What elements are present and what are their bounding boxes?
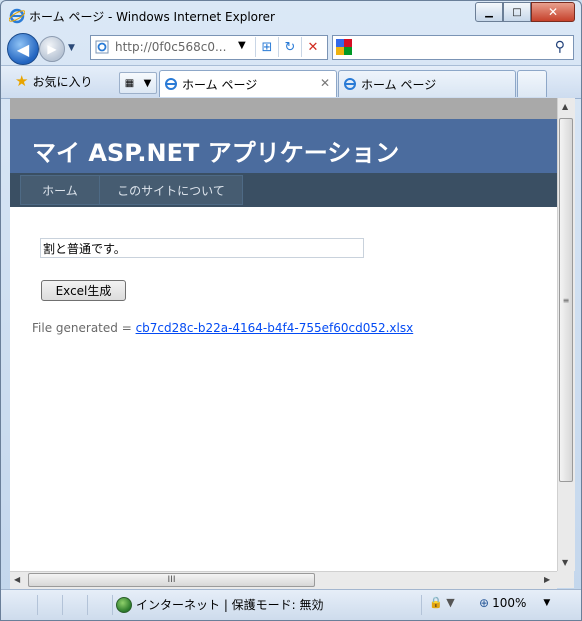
status-segment (11, 595, 38, 615)
scroll-down-icon[interactable]: ▼ (562, 558, 568, 567)
search-icon[interactable]: ⚲ (555, 39, 565, 55)
tab-row: ★ お気に入り ▦ ▼ ホーム ページ ✕ ホーム ページ (1, 65, 581, 99)
horizontal-scrollbar[interactable]: ◀ III ▶ (10, 571, 557, 589)
file-generated-label: File generated = (32, 321, 136, 335)
browser-window: ホーム ページ - Windows Internet Explorer ▁ □ … (0, 0, 582, 621)
scroll-up-icon[interactable]: ▲ (562, 102, 568, 111)
zone-text: インターネット | 保護モード: 無効 (136, 598, 324, 612)
favorites-button[interactable]: ★ お気に入り (15, 72, 92, 90)
address-bar[interactable]: http://0f0c568c0... ▼ ⊞ ↻ ✕ (90, 35, 328, 60)
grip-icon: III (167, 575, 176, 585)
window-title: ホーム ページ - Windows Internet Explorer (29, 10, 275, 24)
star-icon: ★ (15, 72, 29, 90)
search-box[interactable]: ⚲ (332, 35, 574, 60)
vertical-scrollbar[interactable]: ▲ ≡ ▼ (557, 98, 575, 571)
ie-page-icon (165, 78, 177, 90)
maximize-icon: □ (512, 6, 522, 18)
tab-home-inactive[interactable]: ホーム ページ (338, 70, 516, 97)
menu-item-label: このサイトについて (117, 183, 225, 198)
forward-arrow-icon: ▶ (47, 42, 57, 56)
grip-icon: ≡ (562, 295, 570, 305)
menu-item-home[interactable]: ホーム (20, 175, 100, 205)
page-title: マイ ASP.NET アプリケーション (32, 139, 400, 167)
maximize-button[interactable]: □ (503, 2, 531, 22)
favorites-label: お気に入り (32, 74, 93, 89)
quick-tabs-button[interactable]: ▦ ▼ (119, 72, 157, 94)
address-input[interactable]: http://0f0c568c0... (115, 40, 226, 54)
recent-pages-dropdown-icon[interactable]: ▼ (68, 43, 75, 53)
ie-page-icon (344, 78, 356, 90)
caption-buttons: ▁ □ ✕ (475, 2, 575, 22)
page-icon (95, 40, 109, 54)
site-menu: ホーム このサイトについて (10, 173, 557, 207)
search-provider-icon (336, 39, 352, 55)
zoom-icon: ⊕ (479, 596, 490, 610)
globe-icon (116, 596, 132, 613)
excel-generate-button[interactable]: Excel生成 (41, 280, 126, 301)
compatibility-icon: ⊞ (261, 39, 273, 55)
status-bar: インターネット | 保護モード: 無効 🔒 ▼ ⊕ 100% ▼ (1, 589, 581, 620)
quick-tabs-icon: ▦ (124, 77, 135, 89)
vertical-scroll-thumb[interactable]: ≡ (559, 118, 573, 482)
security-zone[interactable]: インターネット | 保護モード: 無効 (116, 596, 324, 613)
address-dropdown-icon[interactable]: ▼ (238, 40, 246, 51)
scroll-left-icon[interactable]: ◀ (14, 575, 20, 584)
forward-button[interactable]: ▶ (39, 36, 65, 62)
status-divider (421, 595, 422, 615)
back-button[interactable]: ◀ (7, 33, 39, 65)
new-tab-button[interactable] (517, 70, 547, 97)
security-dropdown-icon: ▼ (446, 596, 455, 609)
status-segment (88, 595, 113, 615)
page-viewport: マイ ASP.NET アプリケーション ホーム このサイトについて 割と普通です… (10, 98, 557, 571)
scroll-right-icon[interactable]: ▶ (544, 575, 550, 584)
file-link[interactable]: cb7cd28c-b22a-4164-b4f4-755ef60cd052.xls… (136, 321, 414, 335)
ie-logo-icon (9, 8, 25, 24)
menu-item-about[interactable]: このサイトについて (99, 175, 243, 205)
title-bar: ホーム ページ - Windows Internet Explorer ▁ □ … (1, 1, 581, 31)
tab-home-active[interactable]: ホーム ページ ✕ (159, 70, 337, 97)
minimize-icon: ▁ (485, 6, 493, 18)
close-button[interactable]: ✕ (531, 2, 575, 22)
navigation-bar: ◀ ▶ ▼ http://0f0c568c0... ▼ ⊞ ↻ ✕ ⚲ (1, 31, 581, 65)
close-icon: ✕ (547, 5, 559, 19)
file-generated-line: File generated = cb7cd28c-b22a-4164-b4f4… (32, 321, 413, 335)
stop-button[interactable]: ✕ (301, 37, 324, 57)
page-top-strip (10, 98, 557, 119)
back-arrow-icon: ◀ (16, 39, 30, 59)
scrollbar-corner (557, 571, 574, 588)
zoom-control[interactable]: ⊕ 100% ▼ (479, 596, 550, 610)
refresh-icon: ↻ (284, 39, 296, 55)
status-segment (63, 595, 88, 615)
refresh-button[interactable]: ↻ (278, 37, 301, 57)
zoom-dropdown-icon: ▼ (543, 598, 551, 608)
security-icon: 🔒 (429, 596, 443, 609)
menu-item-label: ホーム (42, 183, 78, 198)
tab-close-icon[interactable]: ✕ (320, 76, 330, 90)
protected-mode-toggle[interactable]: 🔒 ▼ (429, 596, 455, 609)
tab-list-dropdown-icon: ▼ (143, 77, 152, 89)
status-segment (38, 595, 63, 615)
zoom-level: 100% (492, 596, 527, 610)
minimize-button[interactable]: ▁ (475, 2, 503, 22)
horizontal-scroll-thumb[interactable]: III (28, 573, 315, 587)
stop-icon: ✕ (307, 39, 319, 55)
compatibility-view-button[interactable]: ⊞ (255, 37, 278, 57)
text-input[interactable]: 割と普通です。 (40, 238, 364, 258)
tab-label: ホーム ページ (361, 77, 437, 92)
site-header: マイ ASP.NET アプリケーション (10, 119, 557, 173)
tab-label: ホーム ページ (182, 77, 258, 92)
